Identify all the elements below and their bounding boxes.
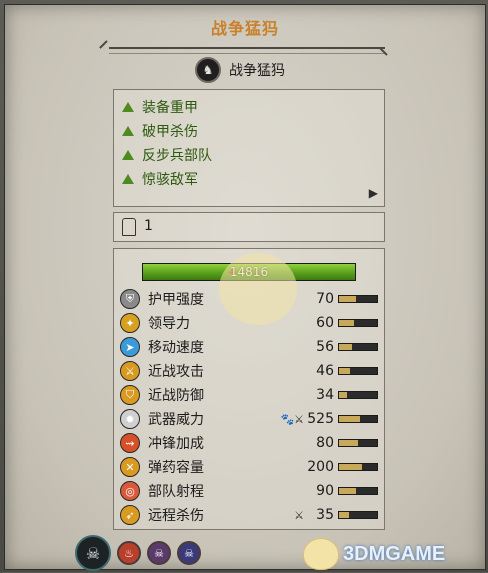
stat-row[interactable]: ⇝ 冲锋加成 80 (120, 432, 382, 454)
stat-row[interactable]: ➶ 远程杀伤 ⚔ 35 (120, 504, 382, 526)
stat-row[interactable]: ✹ 武器威力 🐾⚔ 525 (120, 408, 382, 430)
unit-info-panel: 战争猛犸 ♞ 战争猛犸 装备重甲 破甲杀伤 反步兵部队 惊骇敌军 ▶ 1 + (4, 4, 486, 573)
watermark-mascot (303, 538, 339, 570)
stat-bar-fill (339, 464, 362, 470)
stat-bar-fill (339, 416, 360, 422)
stat-row[interactable]: ◎ 部队射程 90 (120, 480, 382, 502)
rank-value: 1 (144, 218, 153, 234)
range-icon: ◎ (120, 481, 140, 501)
stat-bar (338, 343, 378, 351)
fire-spell-icon[interactable]: ♨ (117, 541, 141, 565)
faction-skull-icon[interactable]: ☠ (75, 535, 111, 571)
death-spell-icon[interactable]: ☠ (177, 541, 201, 565)
stat-name: 近战防御 (148, 388, 204, 404)
stat-bar-fill (339, 296, 357, 302)
stat-name: 远程杀伤 (148, 508, 204, 524)
stat-bar-fill (339, 512, 349, 518)
stat-bar (338, 439, 378, 447)
melee-defense-icon: ⛉ (120, 385, 140, 405)
charge-bonus-icon: ⇝ (120, 433, 140, 453)
stat-value: 56 (316, 339, 334, 355)
stat-bar (338, 487, 378, 495)
stat-value: 46 (316, 363, 334, 379)
stat-value: 200 (307, 459, 334, 475)
stat-bar-fill (339, 344, 353, 350)
stat-bar (338, 415, 378, 423)
stat-name: 武器威力 (148, 412, 204, 428)
stat-bar-fill (339, 368, 351, 374)
ability-label: 破甲杀伤 (142, 124, 198, 140)
stat-bar-fill (339, 440, 358, 446)
stat-bar-fill (339, 488, 357, 494)
watermark-text: 3DMGAME (343, 542, 446, 565)
ability-label: 反步兵部队 (142, 148, 212, 164)
unit-name: 战争猛犸 (229, 63, 285, 79)
rank-box: 1 (113, 212, 385, 242)
ornamental-divider (109, 47, 385, 54)
watermark-mascot-overlay (219, 253, 297, 325)
stat-modifier-icons: ⚔ (294, 508, 304, 522)
stat-name: 部队射程 (148, 484, 204, 500)
stat-row[interactable]: ✕ 弹药容量 200 (120, 456, 382, 478)
green-triangle-icon (122, 174, 134, 184)
stat-name: 冲锋加成 (148, 436, 204, 452)
stat-bar (338, 295, 378, 303)
skull-spell-icon[interactable]: ☠ (147, 541, 171, 565)
ammunition-icon: ✕ (120, 457, 140, 477)
missile-damage-icon: ➶ (120, 505, 140, 525)
rank-chevron-icon (122, 218, 136, 236)
ability-item[interactable]: 破甲杀伤 (122, 120, 198, 142)
stat-bar (338, 511, 378, 519)
stat-value: 34 (316, 387, 334, 403)
stat-bar-fill (339, 392, 348, 398)
ability-item[interactable]: 反步兵部队 (122, 144, 212, 166)
stat-value: 60 (316, 315, 334, 331)
stat-value: 35 (316, 507, 334, 523)
stat-bar (338, 319, 378, 327)
expand-arrow-icon[interactable]: ▶ (369, 186, 378, 200)
ability-label: 惊骇敌军 (142, 172, 198, 188)
panel-title: 战争猛犸 (210, 19, 279, 38)
speed-icon: ➤ (120, 337, 140, 357)
green-triangle-icon (122, 102, 134, 112)
stat-name: 移动速度 (148, 340, 204, 356)
stat-value: 80 (316, 435, 334, 451)
stat-value: 70 (316, 291, 334, 307)
melee-attack-icon: ⚔ (120, 361, 140, 381)
stat-value: 525 (307, 411, 334, 427)
green-triangle-icon (122, 150, 134, 160)
ability-item[interactable]: 装备重甲 (122, 96, 198, 118)
stat-name: 弹药容量 (148, 460, 204, 476)
stat-name: 近战攻击 (148, 364, 204, 380)
green-triangle-icon (122, 126, 134, 136)
stat-bar-fill (339, 320, 355, 326)
bottom-icon-bar: ☠ ♨ ☠ ☠ (75, 535, 201, 571)
stat-bar (338, 463, 378, 471)
stat-row[interactable]: ⛉ 近战防御 34 (120, 384, 382, 406)
unit-header: ♞ 战争猛犸 (195, 56, 285, 84)
stat-row[interactable]: ⚔ 近战攻击 46 (120, 360, 382, 382)
stat-bar (338, 367, 378, 375)
leadership-icon: ✦ (120, 313, 140, 333)
stat-value: 90 (316, 483, 334, 499)
mammoth-icon: ♞ (195, 57, 221, 83)
stat-row[interactable]: ➤ 移动速度 56 (120, 336, 382, 358)
armor-icon: ⛨ (120, 289, 140, 309)
stat-bar (338, 391, 378, 399)
watermark: 3DMGAME (303, 535, 445, 573)
ability-label: 装备重甲 (142, 100, 198, 116)
stat-modifier-icons: 🐾⚔ (280, 412, 304, 426)
ability-item[interactable]: 惊骇敌军 (122, 168, 198, 190)
abilities-box: 装备重甲 破甲杀伤 反步兵部队 惊骇敌军 ▶ (113, 89, 385, 207)
weapon-strength-icon: ✹ (120, 409, 140, 429)
